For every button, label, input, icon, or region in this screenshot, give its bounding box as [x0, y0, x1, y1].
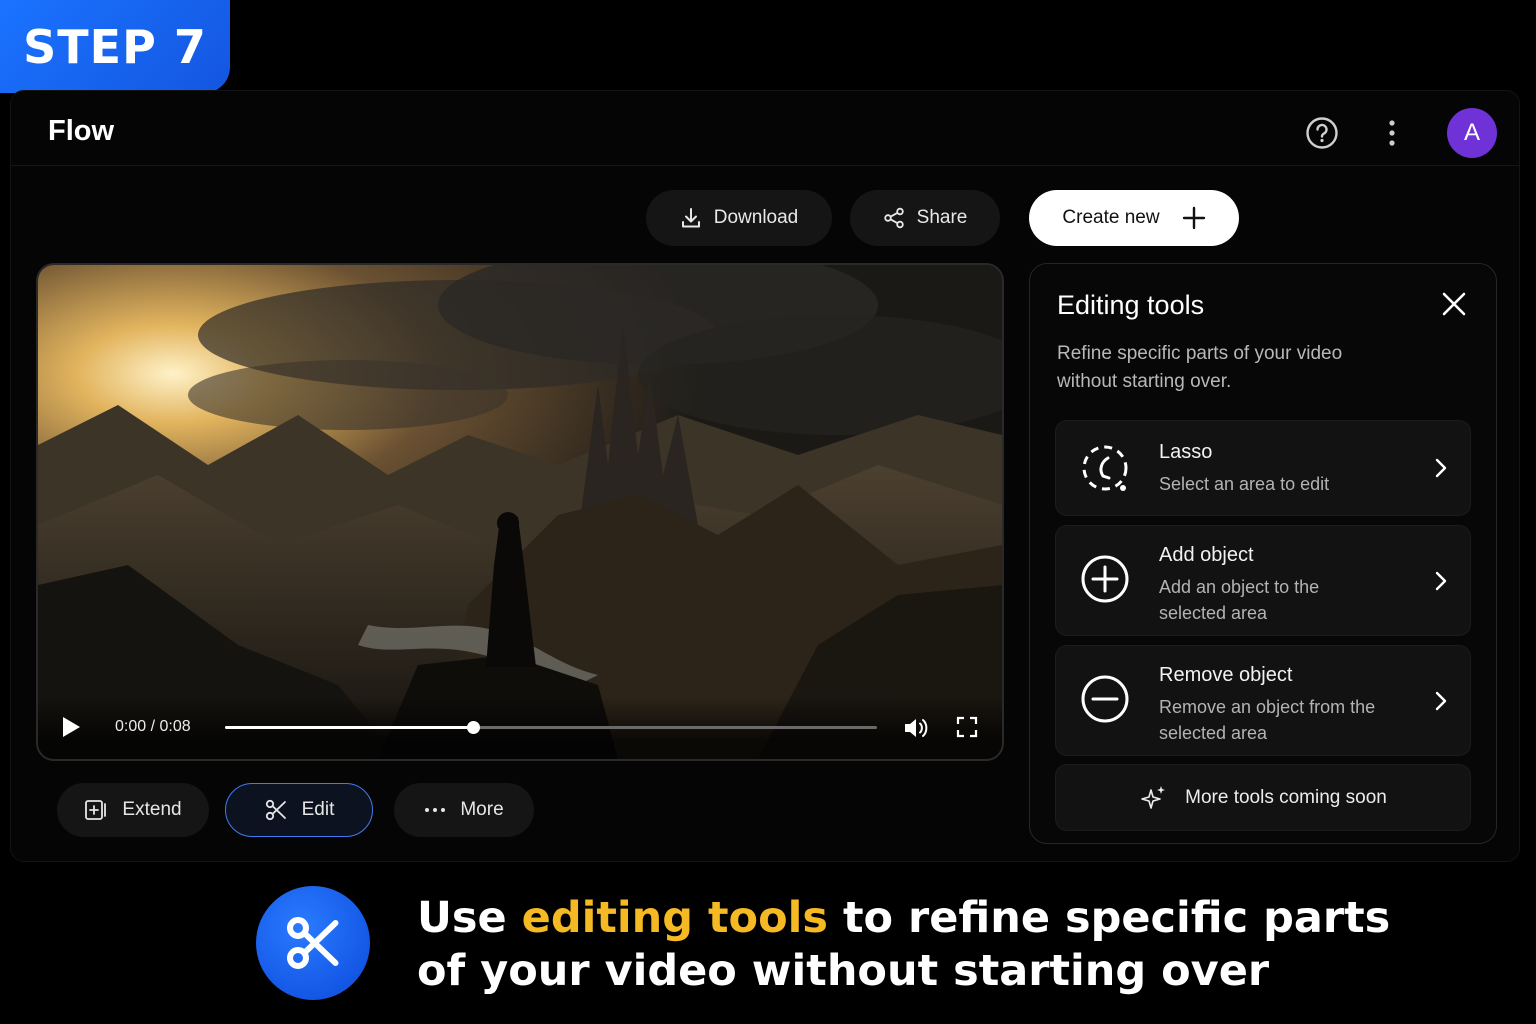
player-controls: 0:00 / 0:08 [38, 697, 1002, 759]
edit-label: Edit [301, 799, 335, 820]
create-new-button[interactable]: Create new [1029, 190, 1239, 246]
step-badge: STEP 7 [0, 0, 230, 93]
scissors-icon [286, 916, 339, 970]
caption-pre: Use [417, 893, 522, 943]
coming-soon-label: More tools coming soon [1185, 786, 1387, 808]
fullscreen-icon[interactable] [955, 715, 979, 739]
share-button[interactable]: Share [850, 190, 1000, 246]
play-icon[interactable] [60, 715, 82, 739]
more-tools-coming-soon: More tools coming soon [1055, 764, 1471, 831]
editing-tools-panel: Editing tools Refine specific parts of y… [1029, 263, 1497, 844]
tool-name: Lasso [1159, 441, 1213, 463]
more-label: More [460, 799, 504, 820]
tool-description: Select an area to edit [1159, 474, 1330, 494]
video-frame [38, 265, 1002, 759]
panel-title: Editing tools [1057, 290, 1205, 320]
time-readout: 0:00 / 0:08 [115, 718, 191, 735]
tool-remove-object[interactable]: Remove object Remove an object from the … [1055, 645, 1471, 756]
app-window: Flow A Download Share Create new 0:00 / … [10, 90, 1520, 862]
extend-icon [85, 800, 107, 820]
tool-name: Add object [1159, 544, 1254, 566]
plus-circle-icon [1081, 555, 1129, 603]
tool-add-object[interactable]: Add object Add an object to the selected… [1055, 525, 1471, 636]
extend-label: Extend [122, 799, 182, 820]
seek-bar[interactable] [225, 721, 877, 734]
tool-name: Remove object [1159, 664, 1293, 686]
seek-bar-progress [225, 726, 473, 729]
help-icon[interactable] [1304, 115, 1340, 151]
more-vert-icon[interactable] [1381, 117, 1403, 149]
panel-description: Refine specific parts of your video with… [1057, 343, 1343, 392]
more-horiz-icon [425, 808, 446, 812]
download-icon [681, 208, 700, 228]
avatar[interactable]: A [1447, 108, 1497, 158]
caption-text: Use editing tools to refine specific par… [417, 892, 1417, 998]
extend-button[interactable]: Extend [57, 783, 209, 837]
scissors-icon [265, 799, 286, 821]
chevron-right-icon [1435, 691, 1447, 711]
download-button[interactable]: Download [646, 190, 832, 246]
create-new-label: Create new [1062, 207, 1160, 228]
share-icon [883, 207, 904, 229]
chevron-right-icon [1435, 571, 1447, 591]
share-label: Share [916, 207, 968, 228]
sparkle-icon [1141, 785, 1166, 809]
tool-description: Remove an object from the selected area [1159, 697, 1376, 743]
top-bar: Flow A [11, 91, 1519, 166]
tool-description: Add an object to the selected area [1159, 577, 1320, 623]
chevron-right-icon [1435, 458, 1447, 478]
scissors-badge [256, 886, 370, 1000]
tool-lasso[interactable]: Lasso Select an area to edit [1055, 420, 1471, 516]
lasso-icon [1082, 445, 1128, 491]
more-button[interactable]: More [394, 783, 534, 837]
edit-button[interactable]: Edit [225, 783, 373, 837]
minus-circle-icon [1081, 675, 1129, 723]
seek-handle[interactable] [466, 721, 480, 734]
download-label: Download [713, 207, 799, 228]
volume-icon[interactable] [902, 715, 930, 741]
plus-icon [1182, 206, 1205, 230]
video-player[interactable]: 0:00 / 0:08 [36, 263, 1004, 761]
caption-highlight: editing tools [521, 893, 828, 943]
app-title: Flow [48, 115, 115, 147]
close-icon[interactable] [1442, 292, 1466, 316]
